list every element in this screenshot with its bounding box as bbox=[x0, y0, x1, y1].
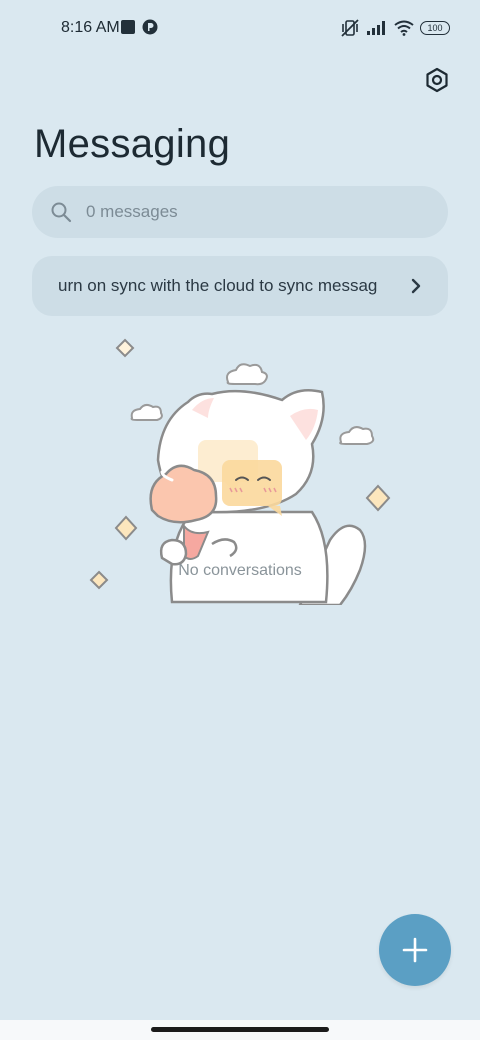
signal-icon bbox=[367, 21, 385, 35]
wifi-icon bbox=[394, 20, 414, 36]
home-indicator[interactable] bbox=[151, 1027, 329, 1032]
empty-state-label: No conversations bbox=[178, 562, 302, 579]
sync-banner[interactable]: urn on sync with the cloud to sync messa… bbox=[32, 256, 448, 316]
settings-button[interactable] bbox=[421, 64, 453, 96]
settings-hexagon-icon bbox=[426, 67, 448, 93]
status-time: 8:16 AM bbox=[61, 19, 120, 36]
notification-square-icon bbox=[121, 20, 135, 34]
search-icon bbox=[51, 202, 72, 223]
app-notification-icon bbox=[142, 19, 158, 35]
page-title: Messaging bbox=[34, 122, 231, 166]
sync-banner-text: urn on sync with the cloud to sync messa… bbox=[58, 276, 378, 295]
search-bar[interactable] bbox=[32, 186, 448, 238]
status-bar: 8:16 AM 100 bbox=[0, 0, 480, 56]
battery-level: 100 bbox=[427, 23, 443, 33]
status-icons: 100 bbox=[340, 17, 450, 39]
plus-icon bbox=[402, 937, 428, 963]
battery-icon: 100 bbox=[420, 21, 450, 35]
search-input[interactable] bbox=[84, 201, 408, 223]
chevron-right-icon bbox=[411, 278, 421, 294]
mute-vibrate-icon bbox=[341, 19, 359, 37]
new-conversation-button[interactable] bbox=[379, 914, 451, 986]
